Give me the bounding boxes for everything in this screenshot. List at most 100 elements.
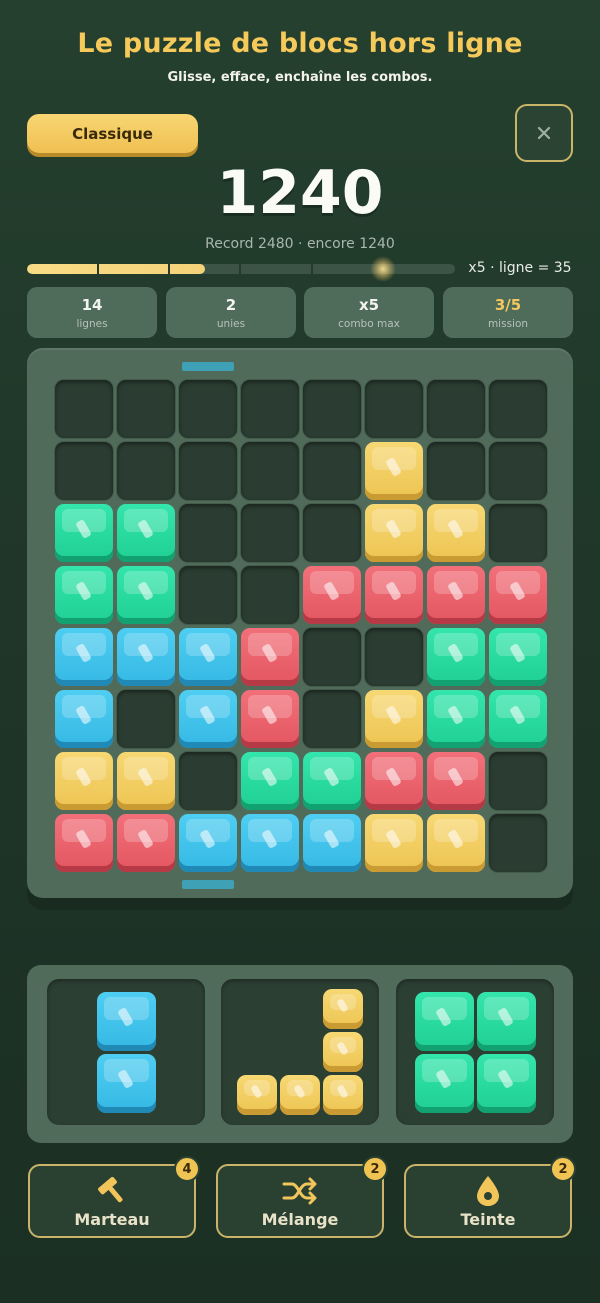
tray-block-yellow[interactable]	[237, 1075, 277, 1115]
block-shine	[385, 766, 402, 788]
tray-block-yellow[interactable]	[323, 1032, 363, 1072]
board-block-blue[interactable]	[179, 628, 237, 686]
block-shine	[496, 1068, 514, 1089]
board-empty-cell[interactable]	[303, 380, 361, 438]
board-empty-cell[interactable]	[241, 442, 299, 500]
board-block-blue[interactable]	[303, 814, 361, 872]
block-shine	[496, 1006, 514, 1027]
board-block-blue[interactable]	[55, 628, 113, 686]
tray-block-yellow[interactable]	[280, 1075, 320, 1115]
piece-slot-3[interactable]	[396, 979, 554, 1125]
board-empty-cell[interactable]	[179, 752, 237, 810]
mode-button[interactable]: Classique	[27, 114, 198, 153]
tint-button[interactable]: Teinte 2	[404, 1156, 576, 1238]
board-block-red[interactable]	[489, 566, 547, 624]
board-block-yellow[interactable]	[365, 690, 423, 748]
count-badge: 2	[362, 1156, 388, 1182]
board-block-green[interactable]	[427, 628, 485, 686]
board-block-green[interactable]	[117, 504, 175, 562]
stat-mission: 3/5 mission	[443, 287, 573, 338]
board-empty-cell[interactable]	[179, 442, 237, 500]
board-block-red[interactable]	[303, 566, 361, 624]
block-shine	[137, 642, 154, 664]
board-empty-cell[interactable]	[241, 504, 299, 562]
board-empty-cell[interactable]	[179, 566, 237, 624]
tray-block-green[interactable]	[414, 1053, 474, 1113]
block-shine	[447, 580, 464, 602]
board-empty-cell[interactable]	[179, 380, 237, 438]
board-block-blue[interactable]	[179, 814, 237, 872]
board-block-red[interactable]	[365, 752, 423, 810]
board-block-red[interactable]	[365, 566, 423, 624]
board-block-red[interactable]	[427, 752, 485, 810]
board-block-yellow[interactable]	[117, 752, 175, 810]
block-shine	[75, 704, 92, 726]
board-empty-cell[interactable]	[489, 814, 547, 872]
board-empty-cell[interactable]	[489, 380, 547, 438]
board-block-red[interactable]	[241, 628, 299, 686]
board-block-red[interactable]	[55, 814, 113, 872]
game-board[interactable]	[27, 348, 573, 898]
piece-slot-1[interactable]	[47, 979, 205, 1125]
board-block-red[interactable]	[117, 814, 175, 872]
shuffle-button[interactable]: Mélange 2	[216, 1156, 388, 1238]
board-block-red[interactable]	[427, 566, 485, 624]
board-block-yellow[interactable]	[365, 442, 423, 500]
board-block-blue[interactable]	[179, 690, 237, 748]
board-block-green[interactable]	[303, 752, 361, 810]
board-block-blue[interactable]	[55, 690, 113, 748]
board-empty-cell[interactable]	[241, 566, 299, 624]
board-block-green[interactable]	[489, 690, 547, 748]
board-empty-cell[interactable]	[489, 504, 547, 562]
board-empty-cell[interactable]	[117, 690, 175, 748]
board-empty-cell[interactable]	[303, 690, 361, 748]
board-block-green[interactable]	[55, 504, 113, 562]
board-empty-cell[interactable]	[303, 628, 361, 686]
board-empty-cell[interactable]	[55, 380, 113, 438]
block-shine	[323, 766, 340, 788]
stat-lines: 14 lignes	[27, 287, 157, 338]
board-empty-cell[interactable]	[117, 442, 175, 500]
board-empty-cell[interactable]	[303, 442, 361, 500]
block-shine	[336, 998, 349, 1013]
block-shine	[509, 580, 526, 602]
board-empty-cell[interactable]	[303, 504, 361, 562]
board-empty-cell[interactable]	[179, 504, 237, 562]
board-empty-cell[interactable]	[365, 380, 423, 438]
board-empty-cell[interactable]	[427, 380, 485, 438]
board-block-green[interactable]	[241, 752, 299, 810]
board-block-green[interactable]	[117, 566, 175, 624]
board-block-yellow[interactable]	[55, 752, 113, 810]
tray-block-green[interactable]	[414, 991, 474, 1051]
board-empty-cell[interactable]	[489, 752, 547, 810]
board-empty-cell[interactable]	[241, 380, 299, 438]
tray-block-green[interactable]	[476, 991, 536, 1051]
tray-block-yellow[interactable]	[323, 989, 363, 1029]
block-shine	[137, 580, 154, 602]
tray-block-blue[interactable]	[96, 1053, 156, 1113]
tray-block-green[interactable]	[476, 1053, 536, 1113]
board-block-yellow[interactable]	[427, 814, 485, 872]
close-button[interactable]	[515, 104, 573, 162]
tray-block-yellow[interactable]	[323, 1075, 363, 1115]
board-block-yellow[interactable]	[365, 504, 423, 562]
board-empty-cell[interactable]	[489, 442, 547, 500]
piece-slot-2[interactable]	[221, 979, 379, 1125]
board-empty-cell[interactable]	[365, 628, 423, 686]
board-block-yellow[interactable]	[365, 814, 423, 872]
block-shine	[385, 456, 402, 478]
hammer-button[interactable]: Marteau 4	[28, 1156, 200, 1238]
board-block-yellow[interactable]	[427, 504, 485, 562]
board-block-green[interactable]	[55, 566, 113, 624]
board-block-blue[interactable]	[117, 628, 175, 686]
count-badge: 4	[174, 1156, 200, 1182]
board-empty-cell[interactable]	[55, 442, 113, 500]
board-empty-cell[interactable]	[117, 380, 175, 438]
board-block-blue[interactable]	[241, 814, 299, 872]
board-block-red[interactable]	[241, 690, 299, 748]
board-block-green[interactable]	[427, 690, 485, 748]
board-block-green[interactable]	[489, 628, 547, 686]
stat-value: x5	[358, 295, 380, 314]
board-empty-cell[interactable]	[427, 442, 485, 500]
tray-block-blue[interactable]	[96, 991, 156, 1051]
